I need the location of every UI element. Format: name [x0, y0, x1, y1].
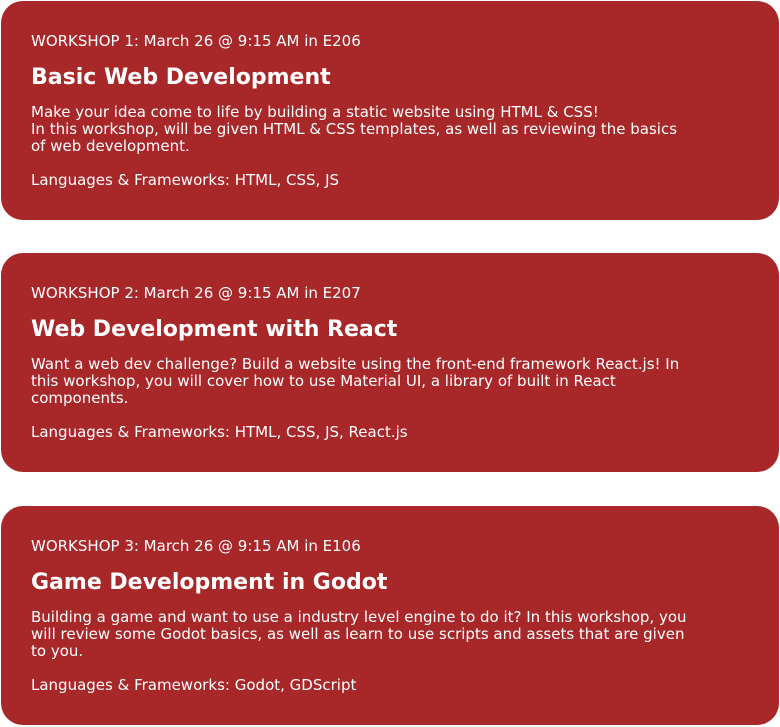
description-line: Building a game and want to use a indust… [31, 608, 687, 660]
workshop-list: WORKSHOP 1: March 26 @ 9:15 AM in E206 B… [0, 0, 780, 727]
description-line: Want a web dev challenge? Build a websit… [31, 355, 680, 407]
workshop-title: Basic Web Development [31, 65, 331, 90]
workshop-meta: WORKSHOP 1: March 26 @ 9:15 AM in E206 [31, 32, 361, 50]
description-line: Make your idea come to life by building … [31, 103, 599, 121]
workshop-meta: WORKSHOP 3: March 26 @ 9:15 AM in E106 [31, 537, 361, 555]
description-line: In this workshop, will be given HTML & C… [31, 120, 678, 155]
workshop-description: Building a game and want to use a indust… [31, 609, 691, 660]
workshop-card-3: WORKSHOP 3: March 26 @ 9:15 AM in E106 G… [1, 506, 779, 725]
workshop-title: Web Development with React [31, 317, 398, 342]
workshop-meta: WORKSHOP 2: March 26 @ 9:15 AM in E207 [31, 284, 361, 302]
workshop-description: Want a web dev challenge? Build a websit… [31, 356, 691, 407]
workshop-description: Make your idea come to life by building … [31, 104, 691, 155]
workshop-languages: Languages & Frameworks: HTML, CSS, JS [31, 171, 340, 189]
workshop-languages: Languages & Frameworks: Godot, GDScript [31, 676, 357, 694]
workshop-card-2: WORKSHOP 2: March 26 @ 9:15 AM in E207 W… [1, 253, 779, 472]
workshop-title: Game Development in Godot [31, 570, 388, 595]
workshop-card-1: WORKSHOP 1: March 26 @ 9:15 AM in E206 B… [1, 1, 779, 220]
workshop-languages: Languages & Frameworks: HTML, CSS, JS, R… [31, 423, 408, 441]
